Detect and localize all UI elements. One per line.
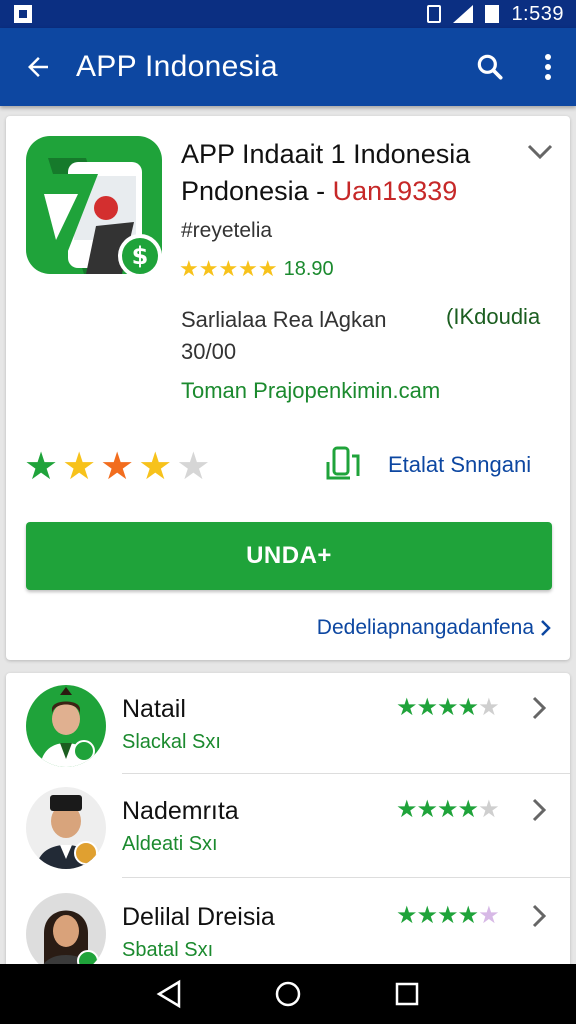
notification-icon [14,5,32,23]
app-bar-title: APP Indonesia [76,50,278,83]
back-triangle-icon [156,979,181,1009]
list-item[interactable]: Delilal Dreisia Sbatal Sxı ★★★★★ [6,881,570,973]
rating-value: 18.90 [283,257,334,280]
status-right: 1:539 [427,3,564,26]
list-item-name: Nademrıta [122,797,239,825]
developer-link[interactable]: Toman Prajopenkimin.cam [181,378,440,404]
rating-summary: ★★★★★ 18.90 [179,256,334,282]
list-item[interactable]: Nademrıta Aldeati Sxı ★★★★★ [6,775,570,879]
app-name-line1: APP Indaait 1 Indonesia [181,139,471,169]
star-1[interactable]: ★ [24,446,58,488]
share-icon [326,446,360,480]
app-info-line1: Sarlialaa Rea lAgkan [181,307,387,332]
search-icon [477,54,503,80]
app-category[interactable]: #reyetelia [181,219,272,243]
list-item-sub: Sbatal Sxı [122,939,214,961]
more-options-button[interactable] [520,28,576,106]
avatar [26,787,106,869]
more-vert-icon [545,54,551,80]
list-item-rating: ★★★★★ [396,796,500,823]
recents-square-icon [395,982,418,1006]
divider [122,773,570,774]
share-label[interactable]: Etalat Snngani [388,452,531,478]
list-item-rating: ★★★★★ [396,694,500,721]
app-info-right: (IKdoudia [446,304,541,329]
star-2[interactable]: ★ [62,446,96,488]
status-bar: 1:539 [0,0,576,28]
nav-back-button[interactable] [149,974,189,1014]
home-circle-icon [275,981,301,1007]
chevron-right-icon[interactable] [526,795,552,825]
details-link[interactable]: Dedeliapnangadanfena [317,616,552,640]
list-item-name: Natail [122,695,186,723]
navigation-bar [0,964,576,1024]
battery-icon [485,5,500,23]
app-icon[interactable]: $ [26,136,162,278]
app-detail-card: $ APP Indaait 1 Indonesia Pndonesia - Ua… [6,116,570,660]
signal-icon [453,5,474,23]
user-rating-stars[interactable]: ★ ★ ★ ★ ★ [24,446,210,488]
star-3[interactable]: ★ [100,446,134,488]
list-item-rating: ★★★★★ [396,902,500,929]
status-time: 1:539 [511,2,564,25]
vibrate-icon [427,5,442,23]
app-logo-icon: $ [26,136,162,278]
install-button[interactable]: UNDA+ [26,522,552,590]
star-5[interactable]: ★ [176,446,210,488]
app-name: APP Indaait 1 Indonesia Pndonesia - Uan1… [181,136,511,210]
details-link-label: Dedeliapnangadanfena [316,616,534,639]
list-item-sub: Slackal Sxı [122,731,221,753]
reviewer-list-card: Natail Slackal Sxı ★★★★★ Nademrıta Aldea… [6,673,570,973]
nav-home-button[interactable] [268,974,308,1014]
list-item-name: Delilal Dreisia [122,903,275,931]
chevron-down-icon [527,144,553,160]
divider [122,877,570,878]
avatar [26,685,106,767]
app-price: Uan19339 [332,176,458,206]
nav-recents-button[interactable] [387,974,427,1014]
avatar [26,893,106,973]
chevron-right-icon [541,620,551,636]
app-info-line2: 30/00 [181,339,237,364]
app-name-line2-text: Pndonesia - [181,176,326,206]
app-bar: APP Indonesia [0,28,576,106]
list-item-sub: Aldeati Sxı [122,833,218,855]
back-button[interactable] [0,28,76,106]
app-info: Sarlialaa Rea lAgkan 30/00 [181,304,386,368]
chevron-right-icon[interactable] [526,693,552,723]
svg-text:$: $ [132,242,149,270]
list-item[interactable]: Natail Slackal Sxı ★★★★★ [6,673,570,777]
rating-stars: ★★★★★ [179,256,278,281]
chevron-right-icon[interactable] [526,901,552,931]
search-button[interactable] [460,28,520,106]
expand-button[interactable] [522,136,558,168]
share-button[interactable] [324,444,364,486]
app-name-line2: Pndonesia - Uan19339 [181,173,511,210]
star-4[interactable]: ★ [138,446,172,488]
arrow-left-icon [28,57,48,77]
